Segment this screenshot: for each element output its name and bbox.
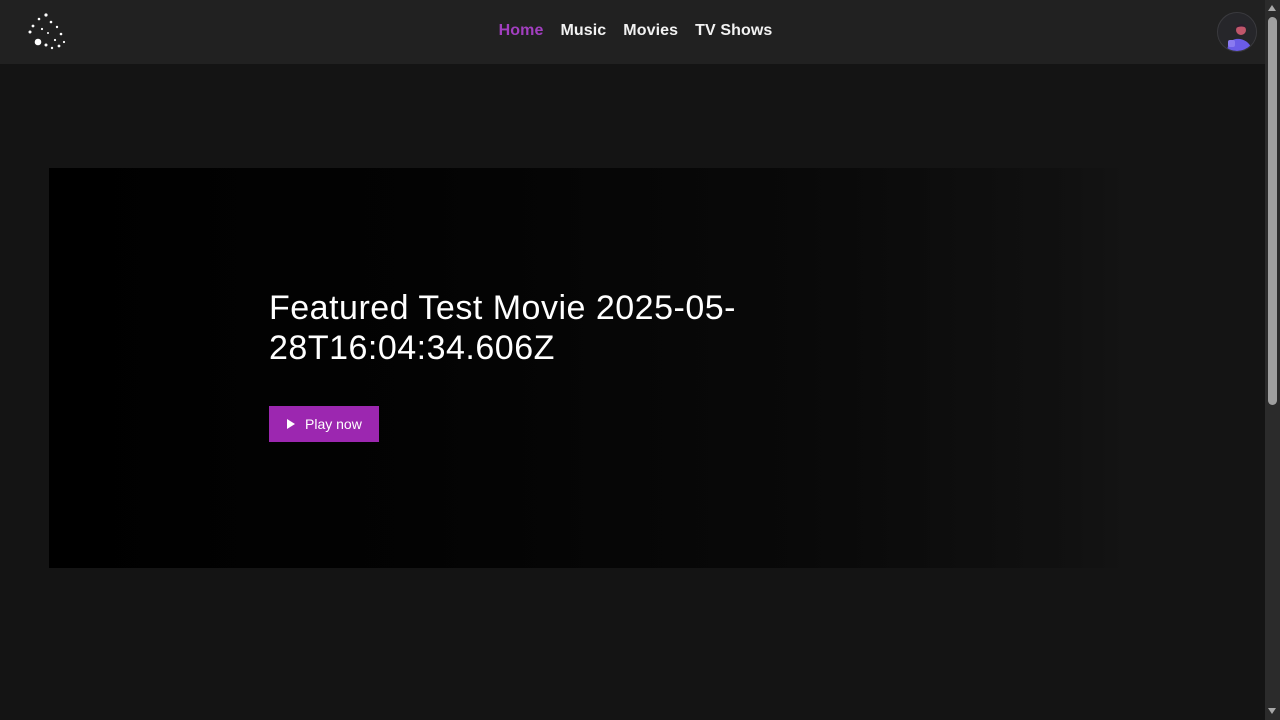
- scroll-up-arrow-icon[interactable]: [1268, 5, 1276, 11]
- nav-links: Home Music Movies TV Shows: [499, 22, 773, 40]
- vertical-scrollbar[interactable]: [1265, 0, 1280, 720]
- main-navigation: Home Music Movies TV Shows: [0, 0, 1265, 64]
- nav-link-music[interactable]: Music: [560, 22, 606, 40]
- play-now-label: Play now: [305, 416, 362, 432]
- page: Home Music Movies TV Shows Featured Test…: [0, 0, 1265, 720]
- top-navigation-bar: Home Music Movies TV Shows: [0, 0, 1265, 64]
- scroll-down-arrow-icon[interactable]: [1268, 708, 1276, 714]
- user-avatar-icon[interactable]: [1217, 12, 1257, 52]
- scrollbar-thumb[interactable]: [1268, 17, 1277, 405]
- play-icon: [287, 419, 295, 429]
- featured-title: Featured Test Movie 2025-05-28T16:04:34.…: [269, 289, 736, 367]
- play-now-button[interactable]: Play now: [269, 406, 379, 442]
- featured-hero-banner: Featured Test Movie 2025-05-28T16:04:34.…: [49, 168, 1129, 568]
- nav-link-home[interactable]: Home: [499, 22, 544, 40]
- dotted-spiral-logo-icon[interactable]: [28, 12, 68, 52]
- nav-link-movies[interactable]: Movies: [623, 22, 678, 40]
- nav-link-tv-shows[interactable]: TV Shows: [695, 22, 772, 40]
